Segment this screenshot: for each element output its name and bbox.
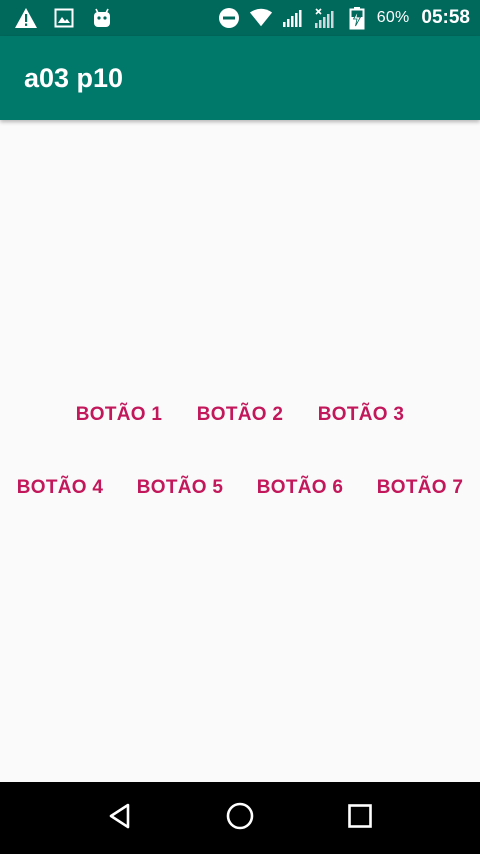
button-2[interactable]: BOTÃO 2 [180, 395, 301, 435]
signal-icon [281, 6, 305, 30]
button-row-1: BOTÃO 1 BOTÃO 2 BOTÃO 3 [0, 395, 480, 435]
back-icon [106, 802, 134, 834]
button-6[interactable]: BOTÃO 6 [240, 468, 360, 508]
app-screen: 60% 05:58 a03 p10 BOTÃO 1 BOTÃO 2 BOTÃO … [0, 0, 480, 854]
wifi-icon [249, 6, 273, 30]
recents-button[interactable] [330, 788, 390, 848]
do-not-disturb-icon [217, 6, 241, 30]
button-row-2: BOTÃO 4 BOTÃO 5 BOTÃO 6 BOTÃO 7 [0, 468, 480, 508]
battery-percent: 60% [376, 9, 410, 26]
status-bar-system: 60% 05:58 [217, 6, 470, 30]
app-bar: a03 p10 [0, 36, 480, 120]
navigation-bar [0, 782, 480, 854]
button-7[interactable]: BOTÃO 7 [360, 468, 480, 508]
button-3[interactable]: BOTÃO 3 [301, 395, 422, 435]
button-5[interactable]: BOTÃO 5 [120, 468, 240, 508]
android-icon [90, 6, 114, 30]
warning-icon [14, 6, 38, 30]
main-content: BOTÃO 1 BOTÃO 2 BOTÃO 3 BOTÃO 4 BOTÃO 5 … [0, 120, 480, 782]
button-1[interactable]: BOTÃO 1 [59, 395, 180, 435]
battery-charging-icon [345, 6, 369, 30]
button-4[interactable]: BOTÃO 4 [0, 468, 120, 508]
image-icon [52, 6, 76, 30]
signal-no-data-icon [313, 6, 337, 30]
status-bar-notifications [14, 6, 114, 30]
home-icon [225, 801, 255, 835]
status-clock: 05:58 [421, 7, 470, 28]
status-bar: 60% 05:58 [0, 0, 480, 36]
back-button[interactable] [90, 788, 150, 848]
recents-icon [347, 803, 373, 833]
app-title: a03 p10 [24, 62, 124, 93]
home-button[interactable] [210, 788, 270, 848]
